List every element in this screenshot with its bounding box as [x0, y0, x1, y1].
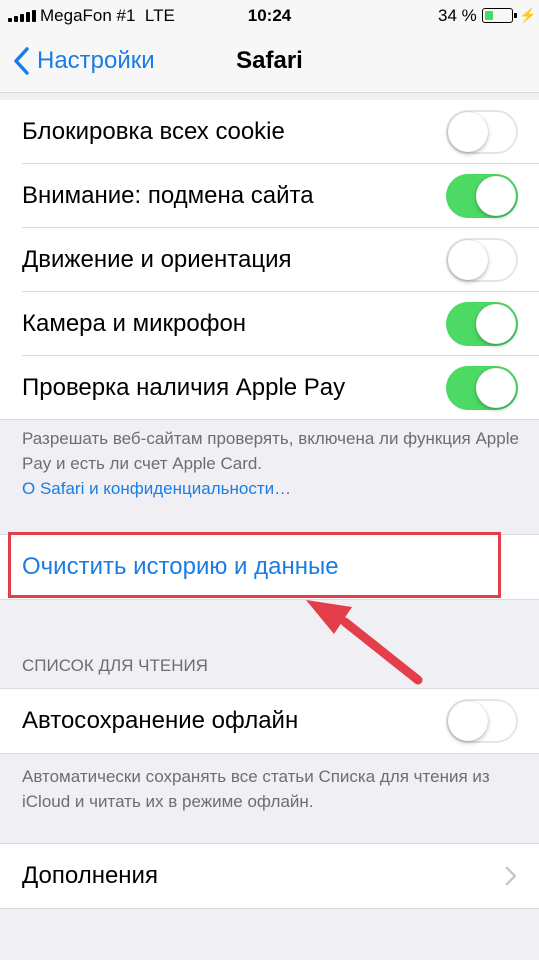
reading-list-group: Автосохранение офлайн [0, 688, 539, 754]
setting-label: Блокировка всех cookie [22, 118, 285, 145]
privacy-footnote: Разрешать веб-сайтам проверять, включена… [22, 426, 522, 501]
battery-level [484, 10, 493, 20]
privacy-footnote-text: Разрешать веб-сайтам проверять, включена… [22, 429, 519, 473]
navigation-bar: Настройки Safari [0, 32, 539, 93]
battery-icon [482, 8, 517, 23]
setting-label: Автосохранение офлайн [22, 707, 299, 734]
status-bar: MegaFon #1 LTE 10:24 34 % ⚡ [0, 0, 539, 32]
fraud-warning-toggle[interactable] [446, 174, 518, 218]
advanced-group: Дополнения [0, 843, 539, 909]
setting-row-block-cookies: Блокировка всех cookie [0, 100, 539, 164]
camera-microphone-toggle[interactable] [446, 302, 518, 346]
setting-row-fraud-warning: Внимание: подмена сайта [0, 164, 539, 228]
advanced-row[interactable]: Дополнения [0, 844, 539, 908]
battery-percent: 34 % [438, 6, 477, 25]
setting-label: Проверка наличия Apple Pay [22, 374, 346, 401]
motion-orientation-toggle[interactable] [446, 238, 518, 282]
advanced-label: Дополнения [22, 862, 158, 889]
highlight-box [8, 532, 501, 598]
setting-label: Движение и ориентация [22, 246, 292, 273]
charging-icon: ⚡ [519, 7, 537, 23]
setting-label: Внимание: подмена сайта [22, 182, 314, 209]
setting-row-apple-pay-check: Проверка наличия Apple Pay [0, 356, 539, 420]
setting-row-offline-autosave: Автосохранение офлайн [0, 689, 539, 753]
chevron-right-icon [505, 866, 517, 886]
reading-list-header: СПИСОК ДЛЯ ЧТЕНИЯ [22, 656, 208, 675]
safari-privacy-link[interactable]: О Safari и конфиденциальности… [22, 479, 291, 498]
reading-list-footnote: Автоматически сохранять все статьи Списк… [22, 767, 490, 811]
privacy-settings-group: Блокировка всех cookie Внимание: подмена… [0, 100, 539, 420]
setting-row-camera-microphone: Камера и микрофон [0, 292, 539, 356]
page-title: Safari [236, 47, 303, 74]
apple-pay-check-toggle[interactable] [446, 366, 518, 410]
offline-autosave-toggle[interactable] [446, 699, 518, 743]
setting-row-motion-orientation: Движение и ориентация [0, 228, 539, 292]
setting-label: Камера и микрофон [22, 310, 247, 337]
block-cookies-toggle[interactable] [446, 110, 518, 154]
